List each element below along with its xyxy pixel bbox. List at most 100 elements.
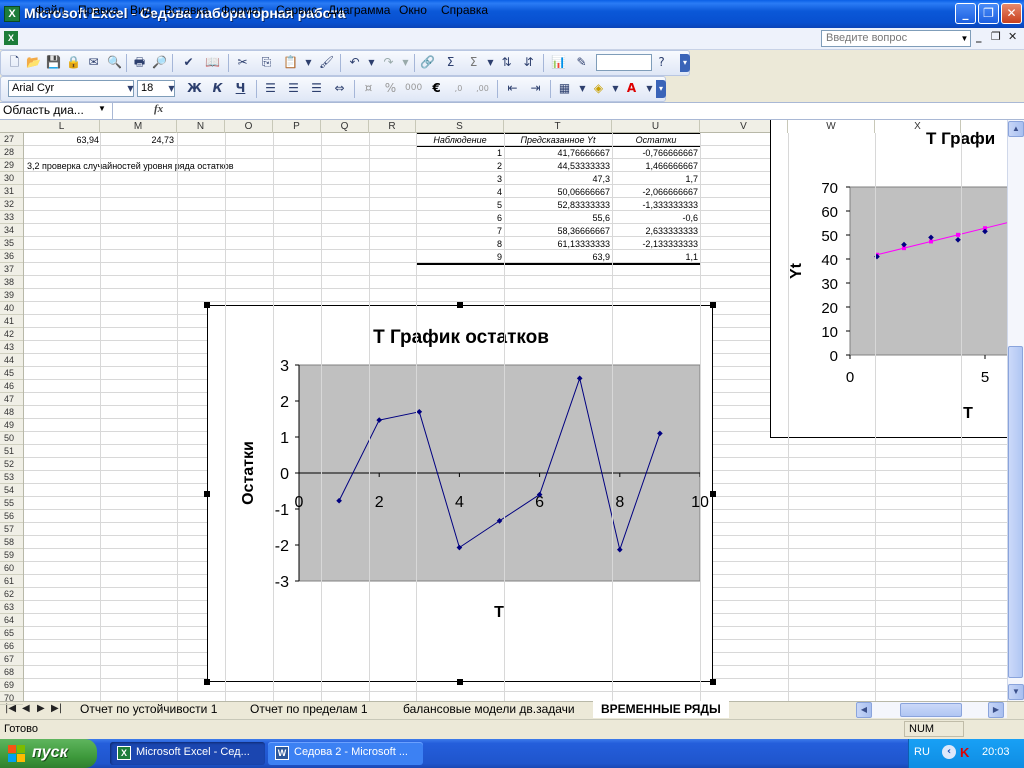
column-header-r[interactable]: R [369,120,416,133]
table-cell[interactable]: 4 [416,186,502,199]
help-icon[interactable]: ? [653,54,670,71]
row-header-60[interactable]: 60 [0,562,23,575]
minimize-button[interactable]: _ [955,3,976,24]
row-header-39[interactable]: 39 [0,289,23,302]
menu-chart[interactable]: Диаграмма [328,3,390,17]
table-cell[interactable]: 55,6 [504,212,610,225]
vertical-scroll-thumb[interactable] [1008,346,1023,678]
row-header-36[interactable]: 36 [0,250,23,263]
column-header-u[interactable]: U [612,120,700,133]
doc-restore-icon[interactable]: ❐ [991,30,1001,43]
antivirus-icon[interactable]: K [960,745,974,760]
table-cell[interactable]: 1,7 [612,173,698,186]
row-header-69[interactable]: 69 [0,679,23,692]
restore-button[interactable]: ❐ [978,3,999,24]
row-header-50[interactable]: 50 [0,432,23,445]
decrease-indent-icon[interactable]: ⇤ [504,80,521,97]
row-header-38[interactable]: 38 [0,276,23,289]
sheet-tab-time-series[interactable]: ВРЕМЕННЫЕ РЯДЫ [593,701,729,718]
table-cell[interactable]: 50,06666667 [504,186,610,199]
language-indicator[interactable]: RU [914,746,930,758]
table-cell[interactable]: 58,36666667 [504,225,610,238]
row-header-30[interactable]: 30 [0,172,23,185]
sigma-icon[interactable]: Σ [465,54,482,71]
row-header-27[interactable]: 27 [0,133,23,146]
increase-decimal-icon[interactable]: ,0 [450,80,467,97]
autosum-icon[interactable]: Σ [442,54,459,71]
row-header-54[interactable]: 54 [0,484,23,497]
doc-minimize-icon[interactable]: _ [976,30,982,43]
table-cell[interactable]: 2 [416,160,502,173]
taskbar-word-button[interactable]: Седова 2 - Microsoft ... [268,742,423,765]
size-dropdown-arrow-icon[interactable]: ▼ [163,80,180,97]
start-button[interactable]: пуск [0,739,97,768]
bold-button[interactable]: Ж [186,80,203,97]
font-name-select[interactable]: Arial Cyr [8,80,134,97]
row-header-70[interactable]: 70 [0,692,23,705]
table-cell[interactable]: -2,066666667 [612,186,698,199]
prev-sheet-icon[interactable]: ◀ [22,703,30,714]
zoom-dropdown[interactable] [596,54,652,71]
close-button[interactable]: ✕ [1001,3,1022,24]
resize-handle-n[interactable] [457,302,463,308]
column-header-p[interactable]: P [273,120,321,133]
horizontal-scroll-thumb[interactable] [900,703,962,717]
thousands-icon[interactable]: 000 [405,80,422,97]
excel-app-icon[interactable]: X [4,6,20,22]
tray-arrow-icon[interactable]: ‹ [942,745,956,759]
permission-icon[interactable]: 🔒 [65,54,82,71]
table-cell[interactable]: 44,53333333 [504,160,610,173]
row-header-52[interactable]: 52 [0,458,23,471]
row-header-35[interactable]: 35 [0,237,23,250]
table-cell[interactable]: 7 [416,225,502,238]
resize-handle-sw[interactable] [204,679,210,685]
column-header-q[interactable]: Q [321,120,369,133]
row-header-61[interactable]: 61 [0,575,23,588]
table-cell[interactable]: 1,466666667 [612,160,698,173]
row-header-55[interactable]: 55 [0,497,23,510]
autosum-dropdown-icon[interactable]: ▼ [482,54,499,71]
scroll-up-arrow-icon[interactable]: ▲ [1008,121,1024,137]
increase-indent-icon[interactable]: ⇥ [527,80,544,97]
resize-handle-w[interactable] [204,491,210,497]
table-cell[interactable]: 52,83333333 [504,199,610,212]
row-header-53[interactable]: 53 [0,471,23,484]
row-header-42[interactable]: 42 [0,328,23,341]
search-icon[interactable]: 🔍 [106,54,123,71]
fill-dropdown-icon[interactable]: ▼ [607,80,624,97]
currency-icon[interactable]: ¤ [360,80,377,97]
table-cell[interactable]: -0,6 [612,212,698,225]
undo-icon[interactable]: ↶ [346,54,363,71]
cut-icon[interactable]: ✂ [234,54,251,71]
yt-chart[interactable]: T Графи 70 60 50 40 30 20 10 0 0 5 T Yt [770,120,1007,438]
row-header-57[interactable]: 57 [0,523,23,536]
redo-dropdown-icon[interactable]: ▼ [397,54,414,71]
font-color-icon[interactable]: A [623,80,640,97]
column-header-x[interactable]: X [875,120,961,133]
column-header-w[interactable]: W [788,120,875,133]
sheet-tab-stability-report[interactable]: Отчет по устойчивости 1 [72,701,225,718]
merge-center-icon[interactable]: ⇔ [331,80,348,97]
scroll-right-arrow-icon[interactable]: ▶ [988,702,1004,718]
print-preview-icon[interactable]: 🔎 [151,54,168,71]
column-header-t[interactable]: T [504,120,612,133]
resize-handle-s[interactable] [457,679,463,685]
spelling-icon[interactable]: ✔ [180,54,197,71]
column-header-n[interactable]: N [177,120,225,133]
column-header-v[interactable]: V [700,120,788,133]
table-cell[interactable]: 2,633333333 [612,225,698,238]
italic-button[interactable]: К [209,80,226,97]
row-header-41[interactable]: 41 [0,315,23,328]
row-header-49[interactable]: 49 [0,419,23,432]
underline-button[interactable]: Ч [232,80,249,97]
cell-m27[interactable]: 24,73 [100,134,174,147]
resize-handle-se[interactable] [710,679,716,685]
row-header-62[interactable]: 62 [0,588,23,601]
workbook-icon[interactable]: X [4,31,18,45]
residuals-chart[interactable]: T График остатков 3 2 1 0 -1 -2 -3 0 2 4 6 8 10 T Остат… [207,305,713,682]
row-header-32[interactable]: 32 [0,198,23,211]
row-header-56[interactable]: 56 [0,510,23,523]
undo-dropdown-icon[interactable]: ▼ [363,54,380,71]
table-cell[interactable]: -0,766666667 [612,147,698,160]
sort-ascending-icon[interactable]: ⇅ [498,54,515,71]
